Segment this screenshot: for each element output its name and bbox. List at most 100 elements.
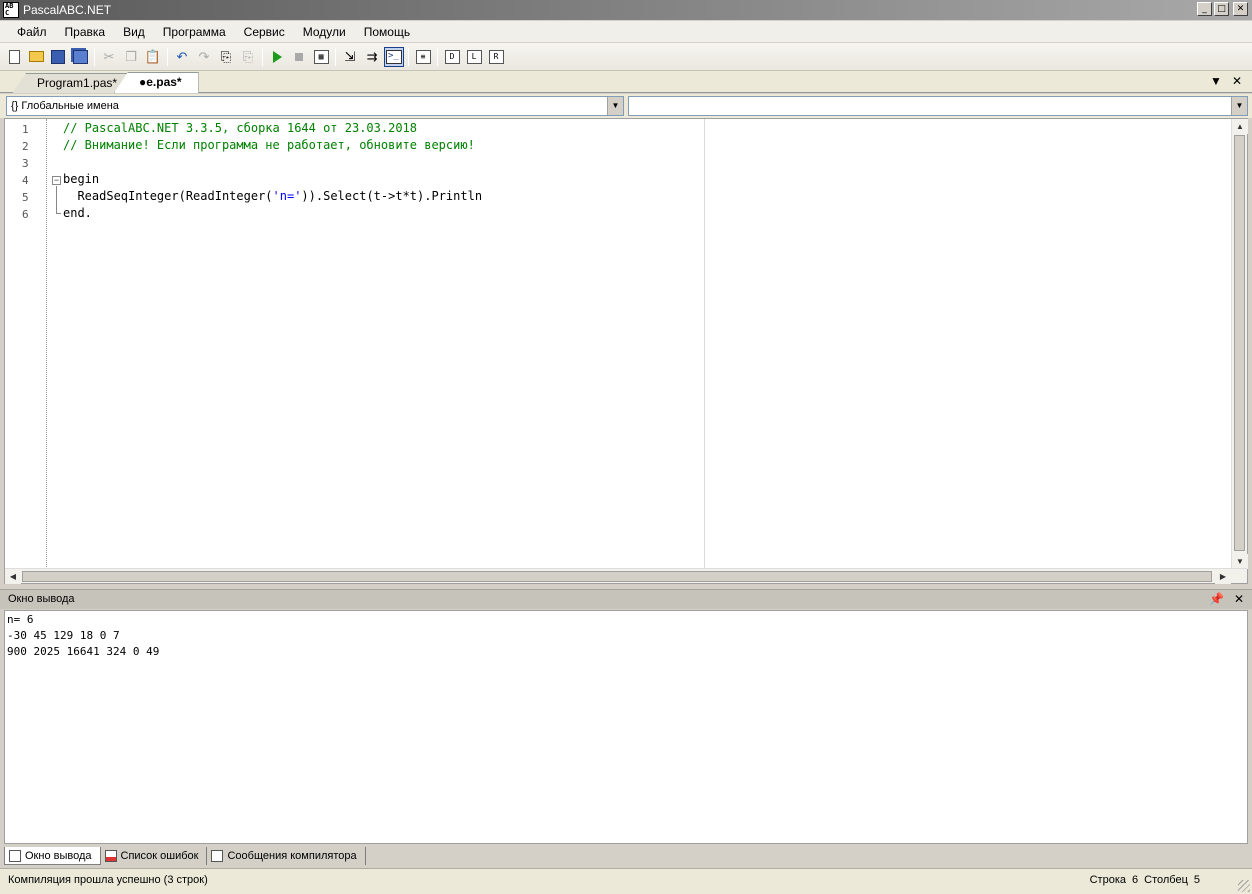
- minimize-button[interactable]: _: [1197, 2, 1212, 16]
- tab-program1[interactable]: Program1.pas*: [12, 73, 135, 93]
- step-over-icon: ⇉: [366, 48, 378, 64]
- tab-e-pas[interactable]: ●e.pas*: [114, 72, 199, 93]
- module-button-3[interactable]: R: [486, 47, 506, 67]
- module-button-2[interactable]: L: [464, 47, 484, 67]
- undo-button[interactable]: ↶: [172, 47, 192, 67]
- copy-icon: ❐: [125, 48, 137, 64]
- scope-combo[interactable]: {} Глобальные имена ▼: [6, 96, 624, 116]
- step-into-button[interactable]: ⇲: [340, 47, 360, 67]
- tab-output-window[interactable]: Окно вывода: [4, 847, 101, 865]
- scroll-down-icon[interactable]: ▼: [1232, 554, 1248, 569]
- member-combo[interactable]: ▼: [628, 96, 1248, 116]
- tab-label: Сообщения компилятора: [227, 850, 357, 862]
- tab-label: ●e.pas*: [139, 75, 182, 89]
- close-icon[interactable]: ✕: [1234, 592, 1244, 606]
- paste-button[interactable]: 📋: [143, 47, 163, 67]
- bottom-tabs: Окно вывода Список ошибок Сообщения комп…: [0, 845, 1252, 867]
- console-icon: >_: [386, 49, 402, 64]
- menu-service[interactable]: Сервис: [235, 25, 294, 39]
- line-number: 6: [22, 208, 29, 221]
- stop-button[interactable]: [289, 47, 309, 67]
- fold-line-end: [56, 213, 61, 214]
- open-button[interactable]: [26, 47, 46, 67]
- document-tabs: Program1.pas* ●e.pas* ▼ ✕: [0, 71, 1252, 93]
- tab-compiler-messages[interactable]: Сообщения компилятора: [207, 847, 366, 865]
- code-editor[interactable]: 1 2 3 4 5 6 − // PascalABC.NET 3.3.5, сб…: [4, 118, 1248, 584]
- menu-modules[interactable]: Модули: [294, 25, 355, 39]
- code-line-2: // Внимание! Если программа не работает,…: [63, 138, 475, 152]
- new-file-button[interactable]: [4, 47, 24, 67]
- scroll-right-icon[interactable]: ▶: [1215, 569, 1231, 584]
- fold-toggle[interactable]: −: [52, 176, 61, 185]
- right-margin-line: [704, 119, 705, 569]
- menu-file[interactable]: Файл: [8, 25, 56, 39]
- menu-edit[interactable]: Правка: [56, 25, 115, 39]
- cursor-position: Строка 6 Столбец 5: [1090, 874, 1200, 886]
- menu-help[interactable]: Помощь: [355, 25, 419, 39]
- new-file-icon: [8, 49, 20, 64]
- line-number: 3: [22, 157, 29, 170]
- menu-program[interactable]: Программа: [154, 25, 235, 39]
- cut-button[interactable]: ✂: [99, 47, 119, 67]
- toolbar-separator: [408, 47, 409, 66]
- tab-error-list[interactable]: Список ошибок: [101, 847, 208, 865]
- code-string: 'n=': [272, 189, 302, 203]
- toolbar-separator: [94, 47, 95, 66]
- undo-icon: ↶: [176, 48, 188, 64]
- step-into-icon: ⇲: [344, 48, 356, 64]
- find-button[interactable]: ⎘: [216, 47, 236, 67]
- replace-button[interactable]: ⎘: [238, 47, 258, 67]
- open-folder-icon: [28, 51, 44, 62]
- run-button[interactable]: [267, 47, 287, 67]
- line-number: 4: [22, 174, 29, 187]
- pin-icon[interactable]: 📌: [1209, 592, 1224, 606]
- console-button[interactable]: >_: [384, 46, 404, 67]
- code-line-4: begin: [63, 172, 100, 186]
- debug-icon: ▦: [313, 49, 329, 64]
- output-line: n= 6: [7, 613, 34, 626]
- module-icon-1: D: [444, 49, 460, 64]
- save-icon: [51, 49, 65, 64]
- window-controls: _ □ ✕: [1197, 2, 1248, 16]
- save-all-button[interactable]: [70, 47, 90, 67]
- line-number-gutter: 1 2 3 4 5 6: [5, 119, 47, 569]
- cut-icon: ✂: [103, 48, 115, 64]
- row-label: Строка: [1089, 874, 1126, 886]
- format-button[interactable]: ≡: [413, 47, 433, 67]
- scroll-up-icon[interactable]: ▲: [1232, 119, 1248, 134]
- vertical-scroll-thumb[interactable]: [1234, 135, 1245, 551]
- output-area[interactable]: n= 6 -30 45 129 18 0 7 900 2025 16641 32…: [4, 610, 1248, 844]
- toolbar-separator: [167, 47, 168, 66]
- output-line: -30 45 129 18 0 7: [7, 629, 120, 642]
- find-icon: ⎘: [220, 48, 232, 64]
- redo-button[interactable]: ↷: [194, 47, 214, 67]
- module-button-1[interactable]: D: [442, 47, 462, 67]
- status-bar: Компиляция прошла успешно (3 строк) Стро…: [0, 868, 1252, 894]
- module-icon-3: R: [488, 49, 504, 64]
- chevron-down-icon[interactable]: ▼: [1231, 97, 1247, 115]
- close-tab-icon[interactable]: ✕: [1232, 74, 1242, 88]
- copy-button[interactable]: ❐: [121, 47, 141, 67]
- save-button[interactable]: [48, 47, 68, 67]
- tab-label: Список ошибок: [120, 850, 199, 862]
- redo-icon: ↷: [198, 48, 210, 64]
- debug-button[interactable]: ▦: [311, 47, 331, 67]
- module-icon-2: L: [466, 49, 482, 64]
- tab-label: Окно вывода: [25, 849, 92, 862]
- code-segment: ReadSeqInteger(ReadInteger(: [63, 189, 273, 203]
- horizontal-scroll-thumb[interactable]: [22, 571, 1212, 582]
- output-line: 900 2025 16641 324 0 49: [7, 645, 160, 658]
- replace-icon: ⎘: [242, 48, 254, 64]
- tab-list-icon[interactable]: ▼: [1210, 74, 1222, 88]
- close-button[interactable]: ✕: [1233, 2, 1248, 16]
- vertical-scrollbar[interactable]: ▲ ▼: [1231, 119, 1248, 569]
- chevron-down-icon[interactable]: ▼: [607, 97, 623, 115]
- resize-grip[interactable]: [1238, 880, 1250, 892]
- scroll-left-icon[interactable]: ◀: [5, 569, 21, 584]
- menu-view[interactable]: Вид: [114, 25, 154, 39]
- step-over-button[interactable]: ⇉: [362, 47, 382, 67]
- code-line-6: end.: [63, 206, 92, 220]
- format-icon: ≡: [415, 49, 431, 64]
- maximize-button[interactable]: □: [1214, 2, 1229, 16]
- horizontal-scrollbar[interactable]: ◀ ▶: [5, 568, 1247, 584]
